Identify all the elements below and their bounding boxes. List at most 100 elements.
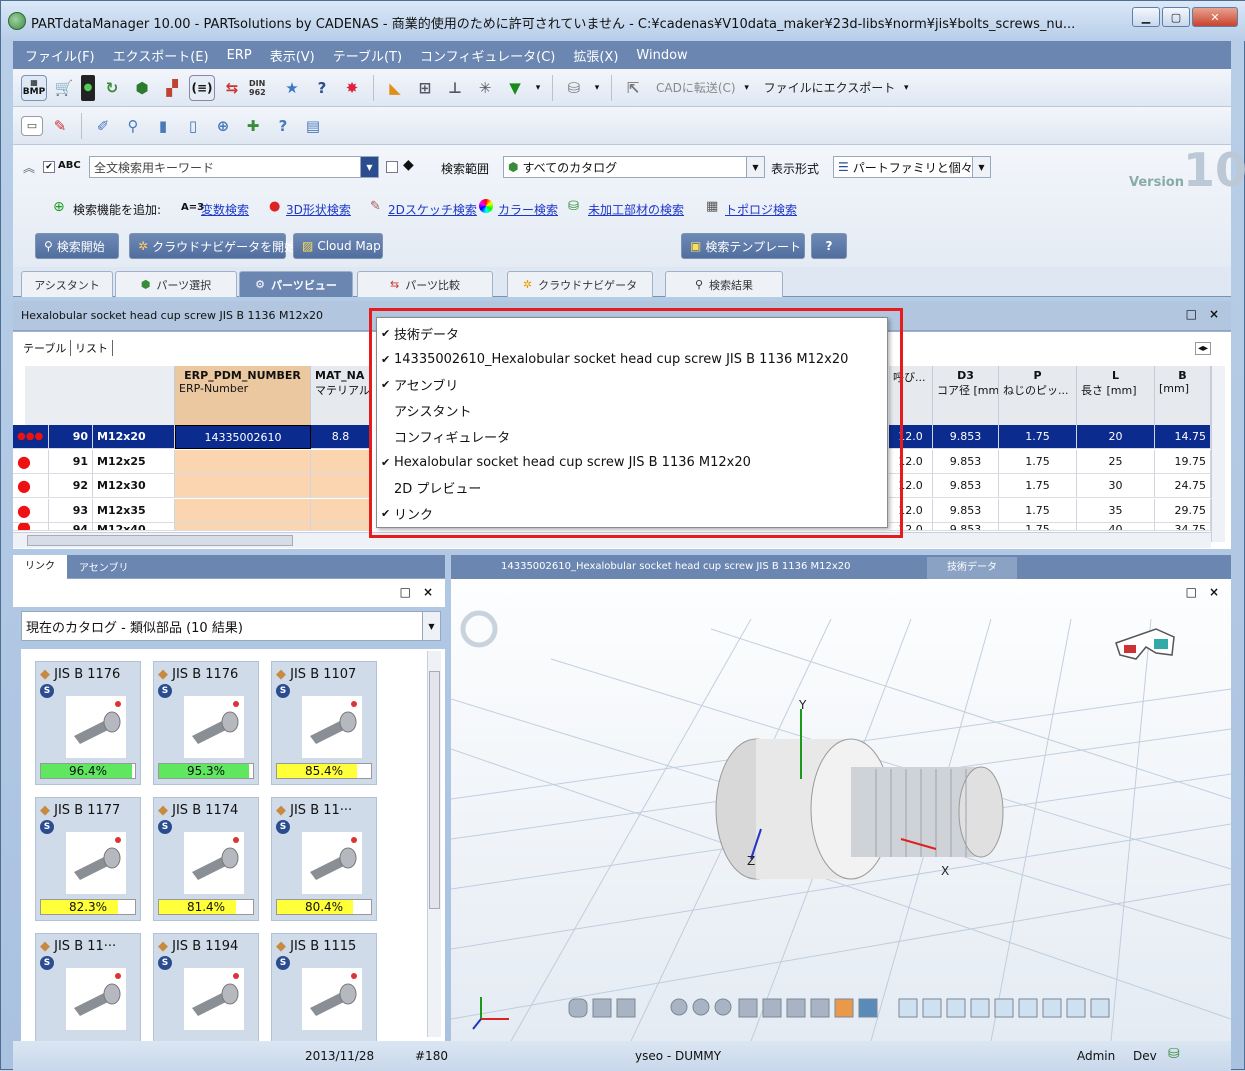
favorite-star-icon[interactable]: ★ (279, 75, 305, 101)
table-cell-p[interactable]: 1.75 (999, 523, 1077, 531)
minimize-button[interactable]: ▁ (1132, 7, 1160, 27)
sketch-2d-search-link[interactable]: 2Dスケッチ検索 (388, 201, 477, 218)
column-header-erp[interactable]: ERP_PDM_NUMBER ERP-Number (175, 366, 311, 426)
table-cell-d3[interactable]: 9.853 (933, 425, 999, 449)
chevron-down-icon[interactable]: ▾ (899, 75, 913, 101)
menu-extensions[interactable]: 拡張(X) (573, 46, 618, 65)
variable-search-link[interactable]: 変数検索 (201, 201, 249, 218)
tab-assembly[interactable]: アセンブリ (67, 559, 141, 574)
window-icon[interactable]: ▭ (21, 115, 43, 136)
help-question-icon[interactable]: ? (309, 75, 335, 101)
pencil-icon[interactable]: ✎ (47, 113, 73, 139)
traffic-light-icon[interactable]: ● (81, 74, 95, 101)
chevron-down-icon[interactable]: ▾ (591, 75, 603, 101)
table-cell-size[interactable]: M12x40 (93, 523, 175, 531)
topology-search-link[interactable]: トポロジ検索 (725, 201, 797, 218)
table-cell-mat[interactable] (311, 449, 371, 474)
table-cell-num[interactable]: 91 (49, 449, 93, 474)
table-cell-p[interactable]: 1.75 (999, 498, 1077, 523)
part-edit-icon[interactable]: ▯ (180, 113, 206, 139)
chart-icon[interactable]: ◣ (382, 75, 408, 101)
table-cell-mat[interactable] (311, 498, 371, 523)
display-select[interactable]: ☰ パートファミリと個々の ▼ (833, 156, 991, 178)
table-cell-b[interactable]: 19.75 (1155, 449, 1211, 474)
collapse-icon[interactable]: ︽ (23, 159, 35, 176)
chevron-down-icon[interactable]: ▼ (972, 157, 990, 177)
table-cell-l[interactable]: 40 (1077, 523, 1155, 531)
table-cell-erp[interactable] (175, 498, 311, 523)
similar-part-card[interactable]: ◆ JIS B 1176 S 96.4% (35, 661, 141, 785)
ce-mark-icon[interactable]: ✸ (339, 75, 365, 101)
table-cell-d3[interactable]: 9.853 (933, 449, 999, 474)
cad-transfer-icon[interactable]: ⇱ (620, 75, 646, 101)
column-header-material[interactable]: MAT_NA マテリアル (311, 366, 371, 426)
tab-search-results[interactable]: ⚲ 検索結果 (665, 271, 783, 297)
abc-checkbox[interactable]: ✔ (43, 161, 55, 173)
search-template-button[interactable]: ▣ 検索テンプレート (681, 233, 805, 259)
similar-parts-select[interactable]: 現在のカタログ - 類似部品 (10 結果) ▼ (21, 611, 441, 641)
hierarchy-icon[interactable]: ⊥ (442, 75, 468, 101)
table-cell-d3[interactable]: 9.853 (933, 523, 999, 531)
pen-part-icon[interactable]: ✐ (90, 113, 116, 139)
table-cell-d3[interactable]: 9.853 (933, 474, 999, 498)
table-cell-erp[interactable]: 14335002610 (175, 425, 311, 449)
table-cell-l[interactable]: 20 (1077, 425, 1155, 449)
table-cell-size[interactable]: M12x35 (93, 498, 175, 523)
maximize-button[interactable]: ▢ (1162, 7, 1190, 27)
tab-part-compare[interactable]: ⇆ パーツ比較 (357, 271, 493, 297)
refresh-icon[interactable]: ↻ (99, 75, 125, 101)
cart-icon[interactable]: 🛒 (51, 75, 77, 101)
column-header-p[interactable]: P ねじのピッ... (999, 366, 1077, 426)
spark-icon[interactable]: ✳ (472, 75, 498, 101)
menu-window[interactable]: Window (636, 48, 687, 63)
subtab-list[interactable]: リスト (75, 340, 113, 356)
cylinder-icon[interactable]: ▮ (150, 113, 176, 139)
scroll-thumb[interactable] (429, 671, 440, 909)
search-start-button[interactable]: ⚲ 検索開始 (35, 233, 119, 259)
table-cell-p[interactable]: 1.75 (999, 474, 1077, 498)
assembly-icon[interactable]: ▞ (159, 75, 185, 101)
parts-icon[interactable]: ⬢ (129, 75, 155, 101)
part-search-icon[interactable]: ⚲ (120, 113, 146, 139)
menu-export[interactable]: エクスポート(E) (113, 46, 209, 65)
tab-cloud-navigator[interactable]: ✲ クラウドナビゲータ (507, 271, 653, 297)
table-cell-p[interactable]: 1.75 (999, 425, 1077, 449)
table-cell-erp[interactable] (175, 474, 311, 498)
column-header-l[interactable]: L 長さ [mm] (1077, 366, 1155, 426)
compare-icon[interactable]: ⇆ (219, 75, 245, 101)
viewer-tab-techdata[interactable]: 技術データ (927, 557, 1017, 579)
table-cell-size[interactable]: M12x20 (93, 425, 175, 449)
table-vertical-scrollbar[interactable] (1211, 366, 1225, 542)
menu-erp[interactable]: ERP (227, 48, 252, 63)
table-cell-size[interactable]: M12x30 (93, 474, 175, 498)
document-icon[interactable]: ▤ (300, 113, 326, 139)
table-cell-num[interactable]: 92 (49, 474, 93, 498)
close-panel-icon[interactable]: × (423, 585, 433, 599)
table-cell-size[interactable]: M12x25 (93, 449, 175, 474)
table-nav-arrows[interactable]: ◂▸ (1195, 342, 1212, 355)
table-cell-num[interactable]: 90 (49, 425, 93, 449)
part-add-icon[interactable]: ⊕ (210, 113, 236, 139)
similar-part-card[interactable]: ◆ JIS B 1177 S 82.3% (35, 797, 141, 921)
similar-part-card[interactable]: ◆ JIS B 1107 S 85.4% (271, 661, 377, 785)
equals-icon[interactable]: (≡) (189, 74, 215, 101)
tab-links[interactable]: リンク (13, 554, 67, 579)
table-cell-num[interactable]: 94 (49, 523, 93, 531)
cloud-map-button[interactable]: ▨ Cloud Map (293, 233, 383, 259)
cards-scrollbar[interactable] (427, 651, 441, 1037)
din-icon[interactable]: DIN 962 (249, 75, 275, 101)
similar-part-card[interactable]: ◆ JIS B 1174 S 81.4% (153, 797, 259, 921)
table-cell-l[interactable]: 35 (1077, 498, 1155, 523)
chevron-down-icon[interactable]: ▼ (360, 157, 378, 177)
column-header-b[interactable]: B [mm] (1155, 366, 1211, 426)
option-checkbox[interactable] (386, 161, 398, 173)
color-search-link[interactable]: カラー検索 (498, 201, 558, 218)
bmp-icon[interactable]: ▦ BMP (21, 74, 47, 101)
close-button[interactable]: ✕ (1192, 7, 1238, 27)
shape-3d-search-link[interactable]: 3D形状検索 (286, 201, 351, 218)
similar-part-card[interactable]: ◆ JIS B 11··· S 80.4% (271, 797, 377, 921)
table-cell-mat[interactable]: 8.8 (311, 425, 371, 449)
similar-part-card[interactable]: ◆ JIS B 11··· S (35, 933, 141, 1057)
chevron-down-icon[interactable]: ▼ (422, 612, 440, 640)
cad-transfer-button[interactable]: CADに転送(C) (656, 79, 736, 96)
